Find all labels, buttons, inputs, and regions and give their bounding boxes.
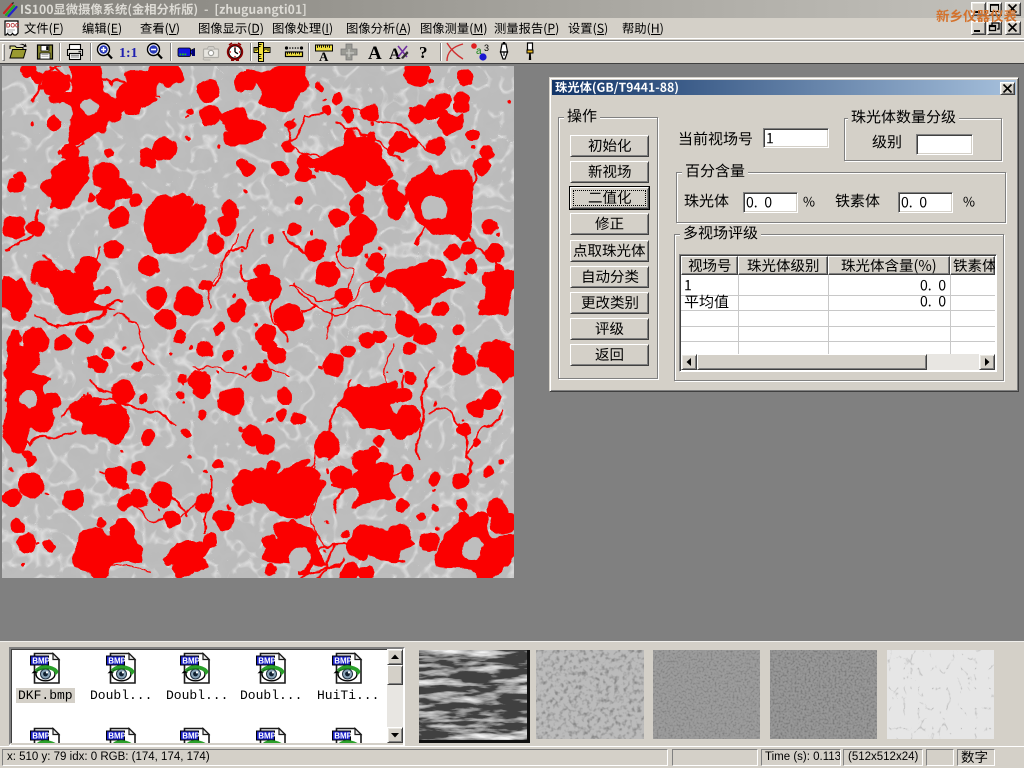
svg-text:BMP: BMP xyxy=(32,657,50,666)
svg-text:BMP: BMP xyxy=(108,657,126,666)
svg-text:3: 3 xyxy=(484,43,489,53)
svg-text:DOC: DOC xyxy=(6,24,20,30)
svg-text:A: A xyxy=(319,49,329,63)
svg-text:BMP: BMP xyxy=(182,732,200,741)
svg-text:BMP: BMP xyxy=(334,657,352,666)
svg-text:BMP: BMP xyxy=(108,732,126,741)
svg-text:BMP: BMP xyxy=(182,657,200,666)
svg-text:BMP: BMP xyxy=(258,732,276,741)
svg-text:?: ? xyxy=(419,43,428,62)
svg-text:1:1: 1:1 xyxy=(119,46,138,61)
svg-text:BMP: BMP xyxy=(334,732,352,741)
svg-text:BMP: BMP xyxy=(32,732,50,741)
svg-text:BMP: BMP xyxy=(258,657,276,666)
svg-text:A: A xyxy=(368,43,382,63)
